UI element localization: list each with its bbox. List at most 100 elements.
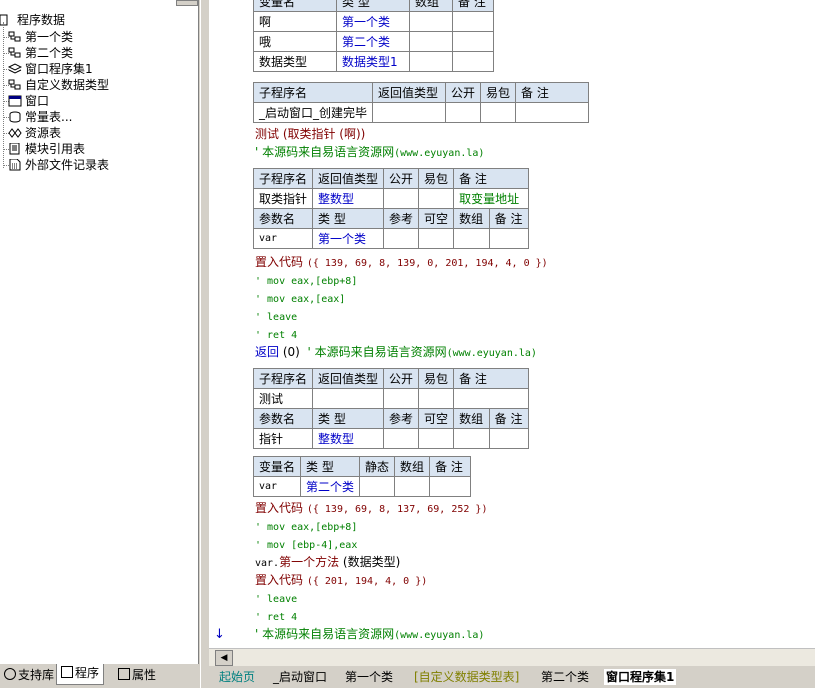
var-type-cell[interactable]: 第二个类	[336, 31, 410, 52]
note-cell[interactable]: 取变量地址	[453, 188, 530, 209]
file-tab-custom-types[interactable]: [自定义数据类型表]	[414, 669, 519, 685]
table-row[interactable]: 取类指针 整数型 取变量地址	[252, 188, 530, 209]
var-type-cell[interactable]: 数据类型1	[336, 51, 410, 72]
empty-cell[interactable]	[488, 228, 530, 249]
var-name-cell[interactable]: var	[252, 476, 302, 497]
empty-cell[interactable]	[409, 11, 453, 32]
tree-item-window[interactable]: 窗口	[8, 93, 49, 109]
col-header: 备 注	[453, 168, 530, 189]
sub-name-cell[interactable]: 测试	[252, 388, 314, 409]
code-line-comment[interactable]: ' leave	[255, 307, 297, 325]
tree-item-constants[interactable]: 常量表...	[8, 109, 72, 125]
tree-item-custom-types[interactable]: 自定义数据类型	[8, 77, 109, 93]
table-row[interactable]: 测试	[252, 388, 530, 409]
empty-cell[interactable]	[394, 476, 431, 497]
table-row[interactable]: 指针 整数型	[252, 428, 530, 449]
tree-item-resources[interactable]: 资源表	[8, 125, 61, 141]
table-row[interactable]: 数据类型 数据类型1	[253, 51, 494, 72]
empty-cell[interactable]	[488, 428, 530, 449]
code-line-inline-code[interactable]: 置入代码 ({ 201, 194, 4, 0 })	[255, 571, 427, 589]
empty-cell[interactable]	[383, 228, 420, 249]
tree-item-assembly[interactable]: 窗口程序集1	[7, 61, 93, 77]
empty-cell[interactable]	[383, 188, 420, 209]
var-name-cell[interactable]: 哦	[253, 31, 337, 52]
code-line-method-call[interactable]: var.第一个方法 (数据类型)	[255, 553, 400, 571]
col-header: 易包	[418, 368, 455, 389]
tree-item-class2[interactable]: 第二个类	[8, 45, 73, 61]
empty-cell[interactable]	[445, 102, 482, 123]
var-name-cell[interactable]: 数据类型	[253, 51, 337, 72]
tree-item-external-files[interactable]: 外部文件记录表	[8, 157, 109, 173]
empty-cell[interactable]	[409, 51, 453, 72]
tree-root[interactable]: 程序数据	[0, 12, 65, 28]
empty-cell[interactable]	[383, 388, 420, 409]
file-tab-start[interactable]: 起始页	[219, 669, 255, 685]
program-tree-panel[interactable]: 程序数据 第一个类 第二个类 窗口程序集1 自定义数据类型 窗口 常量表... …	[0, 0, 199, 664]
empty-cell[interactable]	[409, 31, 453, 52]
tab-properties[interactable]: 属性	[114, 666, 160, 684]
code-line-inline-code[interactable]: 置入代码 ({ 139, 69, 8, 139, 0, 201, 194, 4,…	[255, 253, 548, 271]
constant-icon	[8, 111, 22, 123]
empty-cell[interactable]	[452, 11, 494, 32]
empty-cell[interactable]	[312, 388, 385, 409]
col-header: 静态	[359, 456, 396, 477]
tab-support-library[interactable]: 支持库	[0, 666, 58, 684]
code-line-inline-code[interactable]: 置入代码 ({ 139, 69, 8, 137, 69, 252 })	[255, 499, 487, 517]
code-line-comment[interactable]: ' 本源码来自易语言资源网(www.eyuyan.la)	[255, 625, 484, 643]
table-row[interactable]: var 第二个类	[252, 476, 472, 497]
table-row[interactable]: 哦 第二个类	[253, 31, 494, 52]
empty-cell[interactable]	[453, 228, 490, 249]
scroll-left-arrow-icon[interactable]: ◀	[215, 650, 233, 666]
code-line-comment[interactable]: ' leave	[255, 589, 297, 607]
empty-cell[interactable]	[359, 476, 396, 497]
code-line-call[interactable]: 测试 (取类指针 (啊))	[255, 125, 365, 143]
var-name-cell[interactable]: 啊	[253, 11, 337, 32]
panel-splitter[interactable]	[200, 0, 209, 688]
code-line-comment[interactable]: ' mov eax,[eax]	[255, 289, 345, 307]
code-line-comment[interactable]: ' mov eax,[ebp+8]	[255, 517, 357, 535]
empty-cell[interactable]	[418, 228, 455, 249]
return-type-cell[interactable]: 整数型	[312, 188, 385, 209]
code-line-comment[interactable]: ' ret 4	[255, 607, 297, 625]
file-tab-class1[interactable]: 第一个类	[345, 669, 393, 685]
horizontal-scrollbar[interactable]: ◀	[209, 648, 815, 666]
tree-item-class1[interactable]: 第一个类	[8, 29, 73, 45]
tab-label: 程序	[75, 666, 100, 680]
empty-cell[interactable]	[453, 388, 530, 409]
tree-item-module-refs[interactable]: 模块引用表	[8, 141, 85, 157]
code-line-comment[interactable]: ' ret 4	[255, 325, 297, 343]
param-name-cell[interactable]: 指针	[252, 428, 314, 449]
empty-cell[interactable]	[453, 428, 490, 449]
var-type-cell[interactable]: 第二个类	[300, 476, 361, 497]
empty-cell[interactable]	[515, 102, 590, 123]
empty-cell[interactable]	[418, 188, 455, 209]
empty-cell[interactable]	[452, 31, 494, 52]
code-line-comment[interactable]: ' mov eax,[ebp+8]	[255, 271, 357, 289]
empty-cell[interactable]	[418, 388, 455, 409]
empty-cell[interactable]	[429, 476, 472, 497]
empty-cell[interactable]	[452, 51, 494, 72]
subroutine-table-startup: 子程序名 返回值类型 公开 易包 备 注 _启动窗口_创建完毕	[252, 82, 590, 123]
comment-text: ' mov eax,[eax]	[255, 294, 346, 305]
code-line-comment[interactable]: ' mov [ebp-4],eax	[255, 535, 357, 553]
sub-name-cell[interactable]: 取类指针	[252, 188, 314, 209]
table-row[interactable]: _启动窗口_创建完毕	[252, 102, 590, 123]
param-name-cell[interactable]: var	[252, 228, 314, 249]
table-row[interactable]: var 第一个类	[252, 228, 530, 249]
sub-name-cell[interactable]: _启动窗口_创建完毕	[252, 102, 374, 123]
file-tab-startup-window[interactable]: _启动窗口	[273, 669, 327, 685]
code-line-comment[interactable]: ' 本源码来自易语言资源网(www.eyuyan.la)	[255, 143, 484, 161]
code-line-return[interactable]: 返回 (0) ' 本源码来自易语言资源网(www.eyuyan.la)	[255, 343, 537, 361]
empty-cell[interactable]	[383, 428, 420, 449]
param-type-cell[interactable]: 第一个类	[312, 228, 385, 249]
code-editor[interactable]: ↓ 变量名 类 型 数组 备 注 啊 第一个类 哦 第二个类 数据类型 数据类型…	[209, 0, 815, 648]
file-tab-class2[interactable]: 第二个类	[541, 669, 589, 685]
empty-cell[interactable]	[372, 102, 447, 123]
param-type-cell[interactable]: 整数型	[312, 428, 385, 449]
file-tab-assembly1[interactable]: 窗口程序集1	[604, 669, 677, 685]
var-type-cell[interactable]: 第一个类	[336, 11, 410, 32]
tab-program[interactable]: 程序	[56, 664, 105, 685]
table-row[interactable]: 啊 第一个类	[253, 11, 494, 32]
empty-cell[interactable]	[418, 428, 455, 449]
empty-cell[interactable]	[480, 102, 517, 123]
